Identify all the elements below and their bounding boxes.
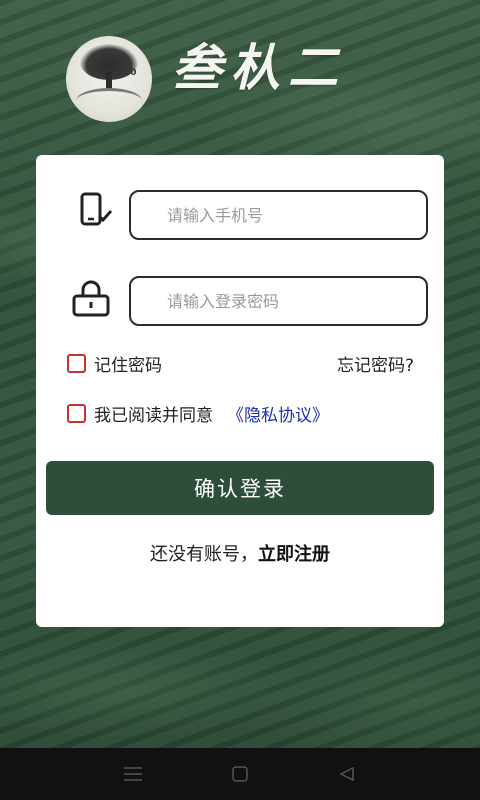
- password-input[interactable]: [129, 276, 428, 326]
- system-navbar: [0, 748, 480, 800]
- logo-emblem: [66, 36, 152, 122]
- back-triangle-icon[interactable]: [335, 762, 359, 786]
- remember-label[interactable]: 记住密码: [94, 351, 162, 376]
- no-account-text: 还没有账号，: [150, 544, 258, 565]
- privacy-policy-link[interactable]: 《隐私协议》: [227, 401, 329, 426]
- agree-label: 我已阅读并同意: [94, 406, 213, 426]
- login-card: 记住密码 忘记密码? 我已阅读并同意 《隐私协议》 确认登录 还没有账号，立即注…: [36, 155, 444, 627]
- phone-check-icon: [76, 191, 114, 233]
- register-row: 还没有账号，立即注册: [36, 540, 444, 566]
- agree-checkbox[interactable]: [67, 404, 86, 423]
- menu-icon[interactable]: [121, 762, 145, 786]
- lock-icon: [70, 279, 112, 321]
- register-link[interactable]: 立即注册: [258, 544, 330, 565]
- home-square-icon[interactable]: [228, 762, 252, 786]
- remember-checkbox[interactable]: [67, 354, 86, 373]
- remember-row: 记住密码: [67, 351, 162, 376]
- agree-row: 我已阅读并同意 《隐私协议》: [67, 401, 329, 426]
- logo-number: 3200: [111, 68, 137, 78]
- login-button[interactable]: 确认登录: [46, 461, 434, 515]
- forgot-password-link[interactable]: 忘记密码?: [337, 351, 414, 376]
- phone-input[interactable]: [129, 190, 428, 240]
- brand-title: 叁朲二: [172, 38, 346, 97]
